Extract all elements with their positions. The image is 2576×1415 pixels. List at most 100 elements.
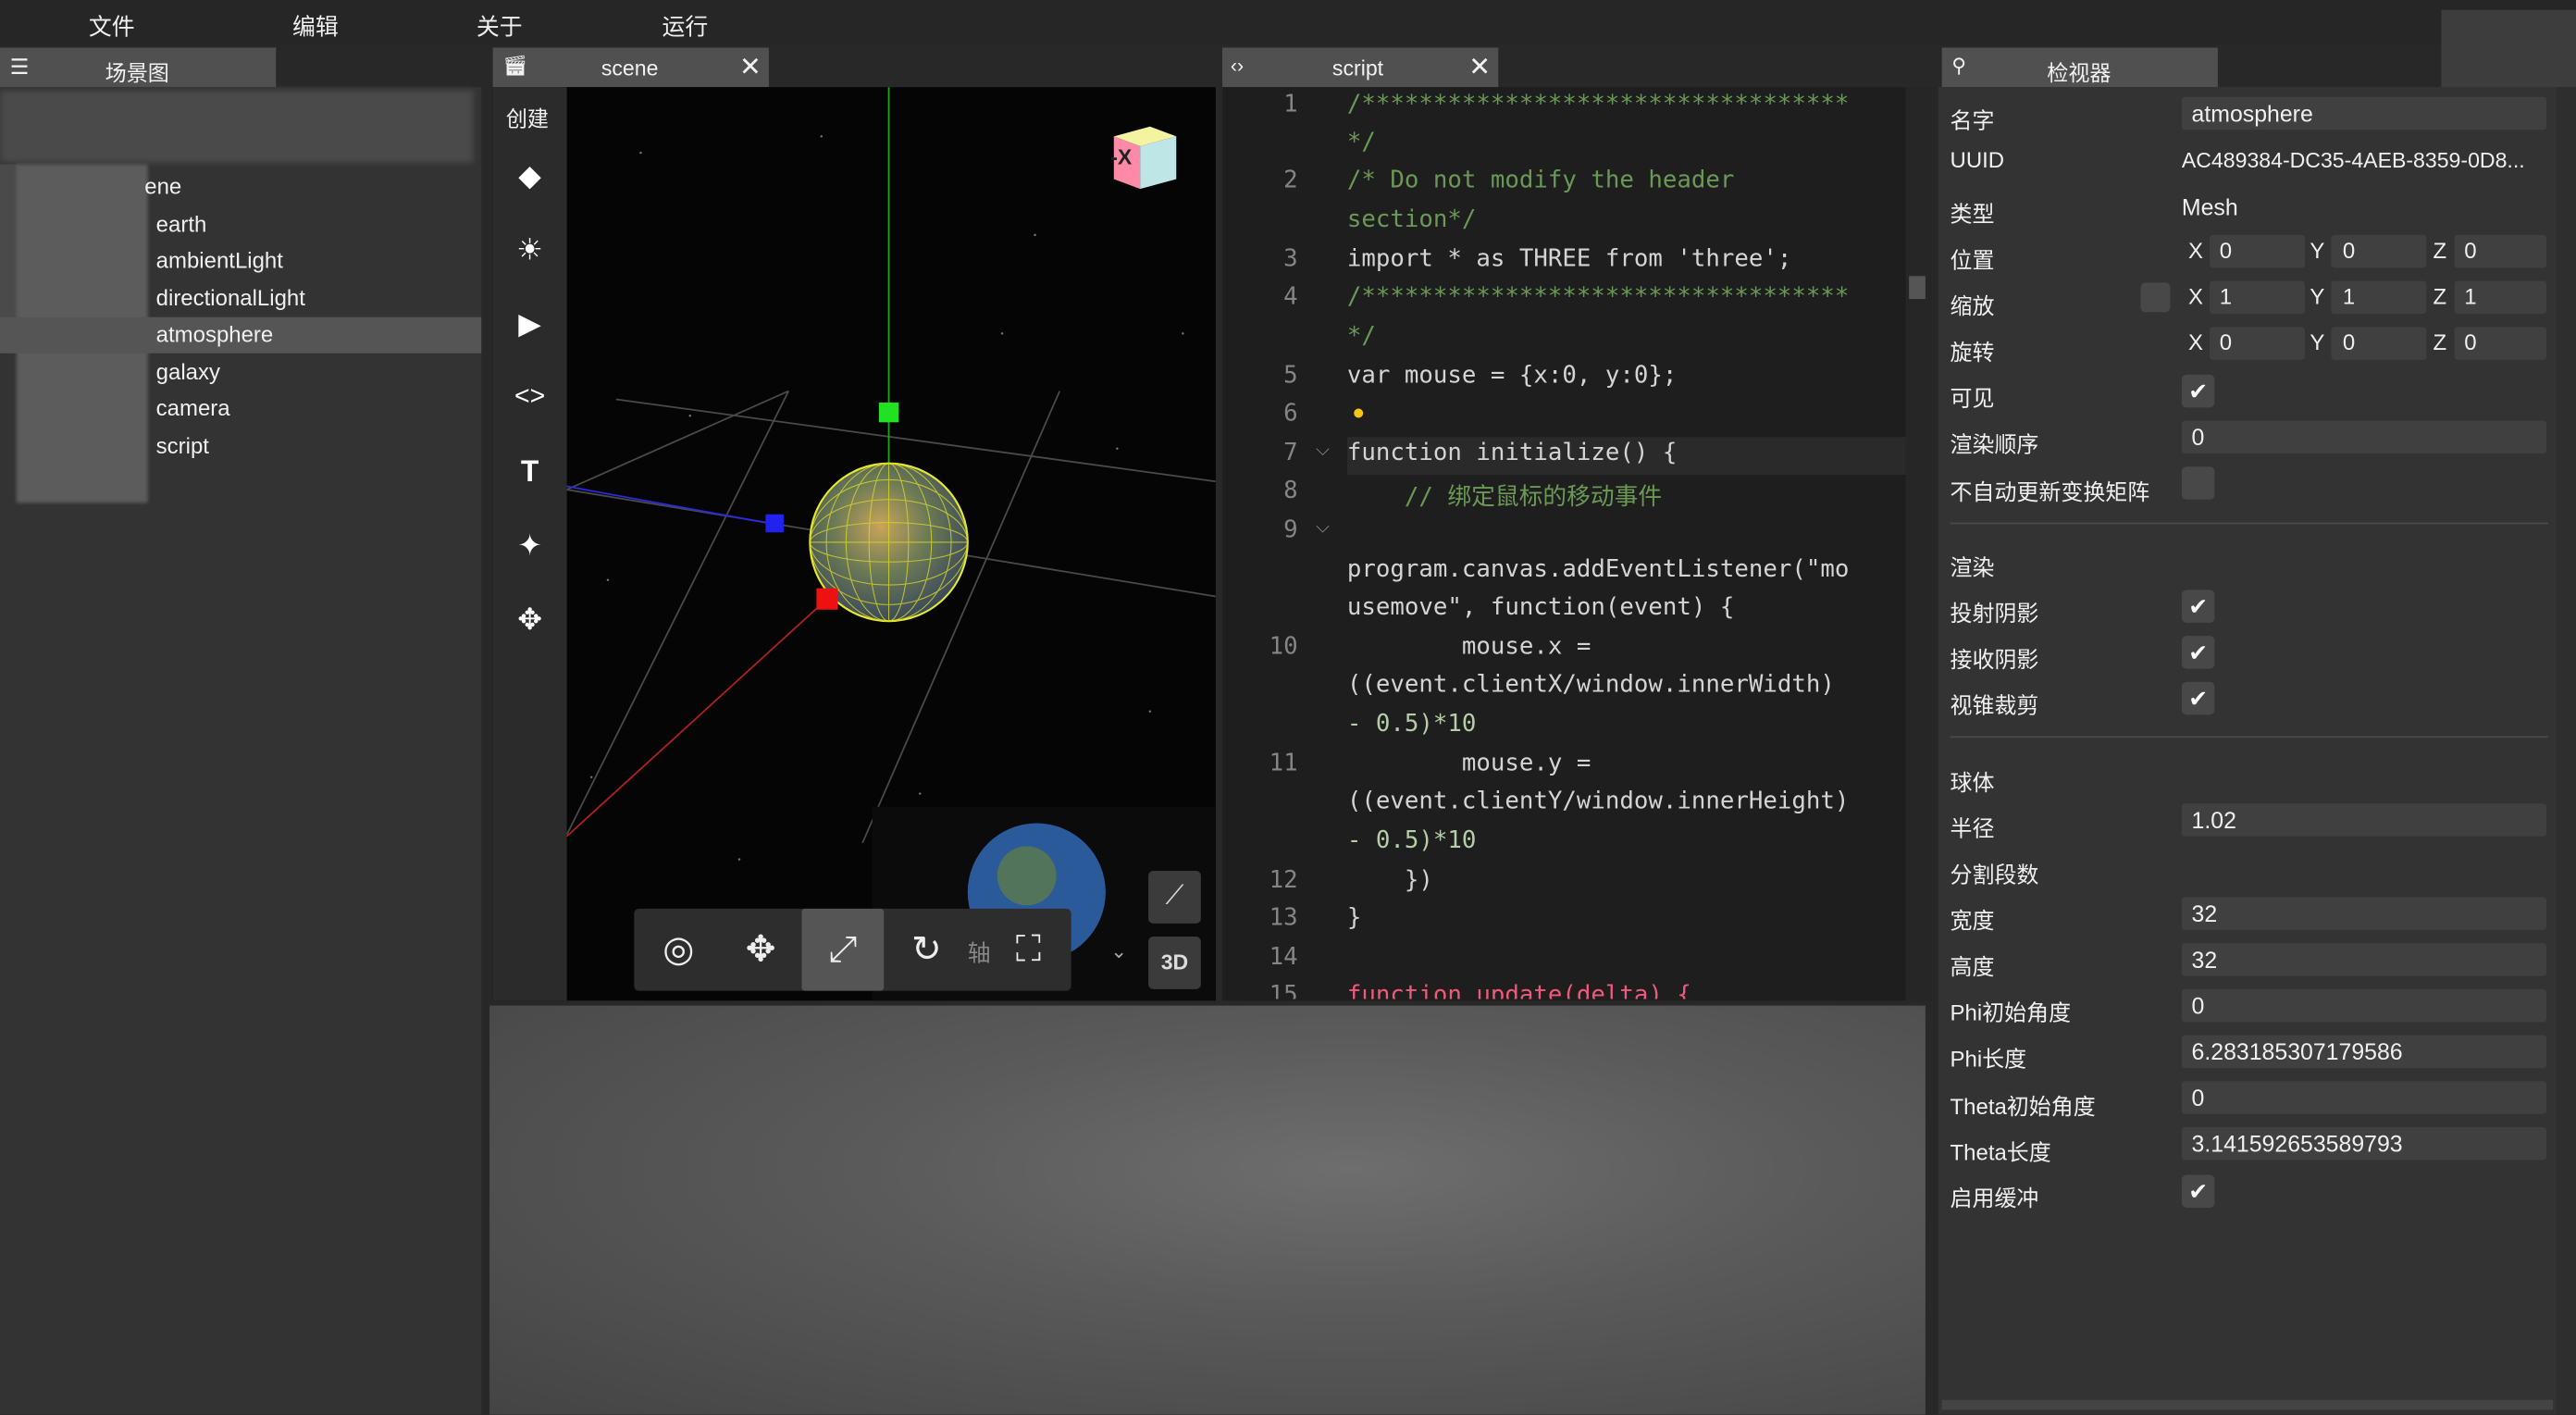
fold-chevron-icon[interactable]: ⌵ (1316, 517, 1330, 539)
chevron-down-icon[interactable]: ⌄ (1110, 940, 1127, 963)
code-line: /* Do not modify the header (1346, 168, 1735, 194)
height-input[interactable] (2181, 943, 2547, 976)
close-icon[interactable]: ✕ (739, 51, 762, 84)
lightbulb-icon[interactable]: ● (1352, 399, 1365, 424)
code-line: } (1346, 905, 1362, 932)
scene-graph-item-script[interactable]: script (0, 428, 481, 465)
axis-y-label: Y (2310, 329, 2325, 355)
render-order-value[interactable]: 0 (2192, 424, 2205, 450)
scene-graph-item-galaxy[interactable]: galaxy (0, 355, 481, 391)
height-value[interactable]: 32 (2192, 947, 2218, 973)
code-line: */ (1346, 130, 1376, 156)
visible-checkbox[interactable]: ✔ (2181, 374, 2215, 408)
line-number: 1 (1283, 92, 1298, 118)
axis-x-label: X (2187, 284, 2203, 309)
phi-length-value[interactable]: 6.283185307179586 (2192, 1038, 2403, 1064)
scene-graph-item-camera[interactable]: camera (0, 391, 481, 428)
text-icon[interactable]: T (493, 447, 567, 496)
theta-length-value[interactable]: 3.141592653589793 (2192, 1131, 2403, 1157)
position-y-value[interactable]: 0 (2343, 238, 2355, 263)
view-3d-icon[interactable]: 3D (1148, 937, 1201, 989)
shapes-icon[interactable]: ◆ (493, 151, 567, 200)
frustum-cull-checkbox[interactable]: ✔ (2181, 681, 2215, 715)
code-line: - 0.5)*10 (1346, 711, 1477, 739)
tab-scene-graph-label: 场景图 (105, 60, 169, 86)
light-bulb-icon[interactable]: ☀ (493, 225, 567, 274)
tab-script[interactable]: ‹› script ✕ (1221, 47, 1499, 88)
scene-graph-item-ambientlight[interactable]: ambientLight (0, 243, 481, 279)
menu-about[interactable]: 关于 (477, 10, 523, 43)
scale-y-value[interactable]: 1 (2343, 284, 2355, 309)
line-number: 9 (1283, 517, 1298, 544)
code-line: mouse.y = (1346, 751, 1591, 777)
scale-lock-checkbox[interactable] (2140, 282, 2171, 313)
axis-x-label: X (2187, 329, 2203, 355)
buffer-checkbox[interactable]: ✔ (2181, 1174, 2215, 1208)
scene-viewport[interactable]: -X (492, 87, 1216, 1001)
radius-input[interactable] (2181, 803, 2547, 837)
axis-x-label: X (2187, 238, 2203, 264)
code-scrollbar-thumb[interactable] (1909, 276, 1926, 300)
tab-scene-graph[interactable]: ☰ 场景图 (0, 47, 277, 88)
code-line: usemove", function(event) { (1346, 594, 1735, 622)
position-z-value[interactable]: 0 (2464, 238, 2476, 263)
scene-graph-item-atmosphere[interactable]: atmosphere (0, 317, 482, 354)
code-icon[interactable]: <> (493, 373, 567, 422)
scale-z-value[interactable]: 1 (2464, 284, 2476, 309)
rotation-z-value[interactable]: 0 (2464, 330, 2476, 355)
close-icon[interactable]: ✕ (1468, 51, 1491, 84)
focus-icon[interactable]: ⛶ (987, 909, 1070, 991)
cast-shadow-checkbox[interactable]: ✔ (2181, 590, 2215, 623)
theta-length-label: Theta长度 (1950, 1140, 2051, 1165)
theta-start-value[interactable]: 0 (2192, 1085, 2205, 1111)
phi-start-value[interactable]: 0 (2192, 992, 2205, 1018)
gizmo-axis-label[interactable]: -X (1110, 144, 1132, 169)
phi-length-label: Phi长度 (1950, 1046, 2027, 1072)
code-scrollbar[interactable] (1905, 87, 1932, 1001)
scale-x-value[interactable]: 1 (2220, 284, 2232, 309)
camera-icon[interactable]: ▶ (493, 299, 567, 348)
render-order-input[interactable] (2181, 420, 2547, 454)
line-number: 5 (1283, 363, 1298, 390)
code-line: /********************************** (1346, 284, 1850, 311)
no-auto-update-checkbox[interactable] (2181, 466, 2215, 500)
sparkles-icon[interactable]: ✦ (493, 521, 567, 570)
rotation-label: 旋转 (1950, 340, 1995, 366)
menu-bar: 文件 编辑 关于 运行 (0, 0, 2576, 44)
list-item-label: ambientLight (155, 248, 283, 273)
rotation-y-value[interactable]: 0 (2343, 330, 2355, 355)
inspector-hscrollbar[interactable] (1941, 1399, 2554, 1410)
width-value[interactable]: 32 (2192, 900, 2218, 926)
receive-shadow-checkbox[interactable]: ✔ (2181, 636, 2215, 669)
name-value[interactable]: atmosphere (2192, 100, 2313, 126)
stats-chart-icon[interactable]: ⟋ (1148, 871, 1201, 924)
hamburger-icon[interactable]: ☰ (10, 55, 30, 81)
line-number: 2 (1283, 168, 1298, 194)
scene-graph-item-earth[interactable]: earth (0, 207, 481, 243)
position-x-value[interactable]: 0 (2220, 238, 2232, 263)
menu-edit[interactable]: 编辑 (292, 10, 339, 43)
menu-run[interactable]: 运行 (663, 10, 709, 43)
fold-chevron-icon[interactable]: ⌵ (1316, 441, 1330, 462)
move-arrows-icon[interactable]: ✥ (493, 595, 567, 644)
select-cursor-icon[interactable]: ◎ (638, 909, 720, 991)
viewport-canvas[interactable] (493, 87, 1216, 1001)
scene-graph-item-directionallight[interactable]: directionalLight (0, 281, 481, 317)
rotate-icon[interactable]: ↻ (886, 909, 968, 991)
rotation-x-value[interactable]: 0 (2220, 330, 2232, 355)
inspector-scrollbar[interactable] (2556, 87, 2576, 1415)
tab-inspector[interactable]: ⚲ 检视器 (1941, 47, 2218, 88)
code-editor[interactable] (1221, 87, 1932, 1001)
tab-scene[interactable]: 🎬︎ scene ✕ (492, 47, 769, 88)
width-input[interactable] (2181, 897, 2547, 930)
theta-start-input[interactable] (2181, 1081, 2547, 1114)
scene-graph-root[interactable]: ene (0, 169, 481, 205)
code-line: program.canvas.addEventListener("mo (1346, 556, 1850, 584)
menu-file[interactable]: 文件 (89, 10, 135, 43)
scale-label: 缩放 (1950, 293, 1995, 319)
phi-start-input[interactable] (2181, 988, 2547, 1023)
radius-value[interactable]: 1.02 (2192, 807, 2236, 833)
frustum-cull-label: 视锥裁剪 (1950, 693, 2039, 718)
scale-icon[interactable]: ⤢ (801, 908, 885, 991)
translate-icon[interactable]: ✥ (720, 909, 802, 991)
